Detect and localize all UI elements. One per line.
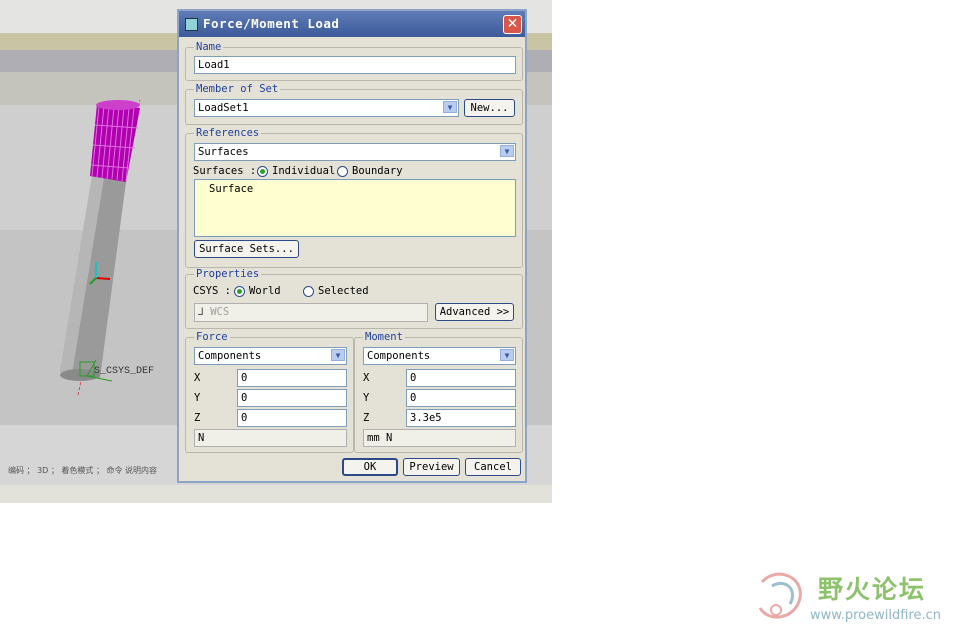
reference-type-value: Surfaces — [198, 146, 249, 158]
chevron-down-icon[interactable]: ▼ — [331, 349, 345, 361]
load-set-select[interactable]: LoadSet1 ▼ — [194, 99, 459, 117]
chevron-down-icon[interactable]: ▼ — [500, 145, 514, 157]
name-field[interactable]: Load1 — [194, 56, 516, 74]
csys-value: WCS — [210, 306, 230, 318]
moment-x-field[interactable]: 0 — [406, 369, 516, 387]
moment-x-label: X — [363, 372, 370, 384]
preview-button[interactable]: Preview — [403, 458, 460, 476]
app-icon — [185, 18, 198, 31]
csys-collector[interactable]: ⅃ WCS — [194, 303, 428, 322]
forum-watermark: 野火论坛 www.proewildfire.cn — [752, 568, 957, 628]
name-group-label: Name — [194, 41, 224, 53]
properties-label: Properties — [194, 268, 262, 280]
chevron-down-icon[interactable]: ▼ — [500, 349, 514, 361]
moment-mode-value: Components — [367, 350, 431, 362]
ok-button[interactable]: OK — [342, 458, 398, 476]
force-units: N — [194, 429, 347, 447]
forum-logo-icon — [758, 572, 802, 619]
radio-individual-label: Individual — [272, 165, 336, 177]
surface-sets-button[interactable]: Surface Sets... — [194, 240, 299, 258]
force-y-label: Y — [194, 392, 201, 404]
csys-label: S_CSYS_DEF — [94, 366, 154, 377]
references-group: References Surfaces ▼ Surfaces : Individ… — [185, 127, 523, 268]
csys-label: CSYS : — [193, 285, 231, 297]
member-of-set-label: Member of Set — [194, 83, 281, 95]
force-moment-dialog: Force/Moment Load ✕ Name Load1 Member of… — [177, 9, 527, 483]
moment-label: Moment — [363, 331, 405, 343]
moment-units: mm N — [363, 429, 516, 447]
watermark-cn-text: 野火论坛 — [818, 575, 927, 604]
moment-mode-select[interactable]: Components ▼ — [363, 347, 516, 365]
dialog-title: Force/Moment Load — [203, 16, 340, 31]
status-bar-text: 编码 ； 3D ； 着色模式 ； 命令 说明内容 — [8, 466, 158, 475]
force-label: Force — [194, 331, 230, 343]
force-z-field[interactable]: 0 — [237, 409, 347, 427]
reference-type-select[interactable]: Surfaces ▼ — [194, 143, 516, 161]
moment-group: Moment Components ▼ X 0 Y 0 Z 3.3e5 mm N — [354, 331, 523, 453]
cancel-button[interactable]: Cancel — [465, 458, 521, 476]
moment-z-field[interactable]: 3.3e5 — [406, 409, 516, 427]
radio-selected-label: Selected — [318, 285, 369, 297]
list-item[interactable]: Surface — [209, 183, 253, 195]
force-mode-value: Components — [198, 350, 262, 362]
chevron-down-icon[interactable]: ▼ — [443, 101, 457, 113]
force-z-label: Z — [194, 412, 201, 424]
force-y-field[interactable]: 0 — [237, 389, 347, 407]
force-x-field[interactable]: 0 — [237, 369, 347, 387]
load-set-value: LoadSet1 — [198, 102, 249, 114]
radio-boundary[interactable] — [337, 166, 348, 177]
properties-group: Properties CSYS : World Selected ⅃ WCS A… — [185, 268, 523, 329]
moment-y-field[interactable]: 0 — [406, 389, 516, 407]
moment-y-label: Y — [363, 392, 370, 404]
member-of-set-group: Member of Set LoadSet1 ▼ New... — [185, 83, 523, 125]
close-icon[interactable]: ✕ — [503, 15, 522, 34]
moment-z-label: Z — [363, 412, 370, 424]
radio-world[interactable] — [234, 286, 245, 297]
force-mode-select[interactable]: Components ▼ — [194, 347, 347, 365]
surfaces-label: Surfaces : — [193, 165, 257, 177]
radio-world-label: World — [249, 285, 281, 297]
dialog-title-bar[interactable]: Force/Moment Load ✕ — [179, 11, 525, 37]
radio-individual[interactable] — [257, 166, 268, 177]
references-label: References — [194, 127, 262, 139]
csys-icon: ⅃ — [198, 306, 204, 318]
force-x-label: X — [194, 372, 201, 384]
name-group: Name Load1 — [185, 41, 523, 81]
advanced-button[interactable]: Advanced >> — [435, 303, 514, 321]
radio-selected[interactable] — [303, 286, 314, 297]
force-group: Force Components ▼ X 0 Y 0 Z 0 N — [185, 331, 354, 453]
watermark-url: www.proewildfire.cn — [810, 608, 941, 623]
new-load-set-button[interactable]: New... — [464, 99, 515, 117]
radio-boundary-label: Boundary — [352, 165, 403, 177]
surface-selection-list[interactable]: Surface — [194, 179, 516, 237]
